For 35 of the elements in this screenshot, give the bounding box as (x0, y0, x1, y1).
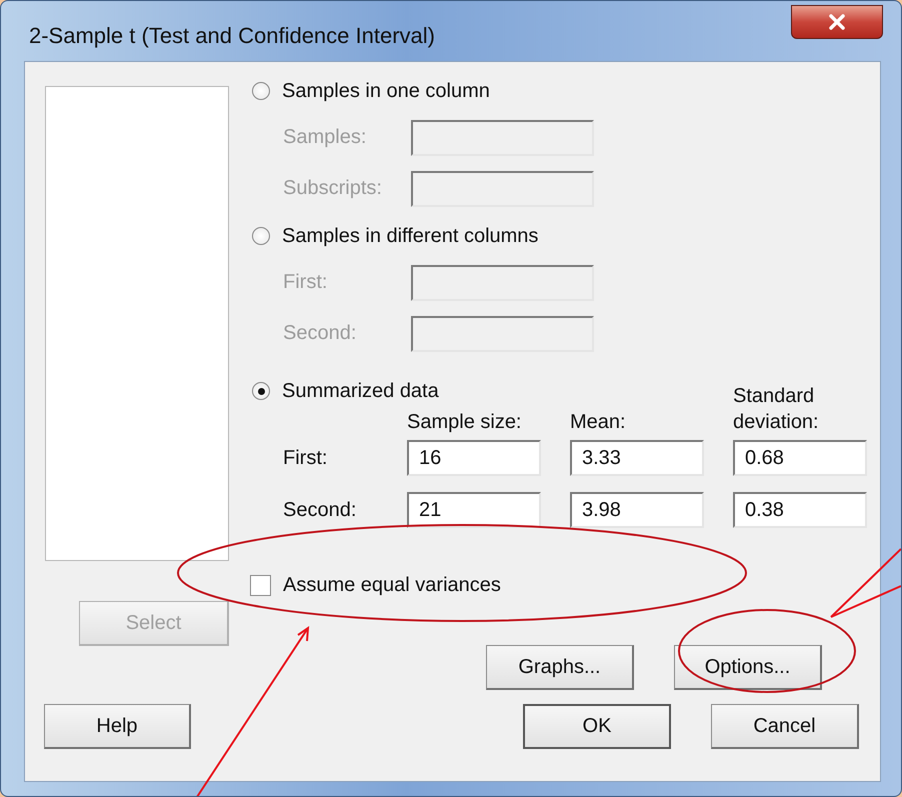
radio-label: Samples in one column (282, 80, 490, 102)
close-button[interactable] (791, 5, 883, 39)
column-header: Sample size: (407, 410, 522, 435)
field-label: First: (283, 271, 328, 294)
input-field[interactable] (411, 170, 594, 206)
field-label: Subscripts: (283, 177, 383, 200)
radio-button[interactable] (252, 82, 270, 100)
input-field[interactable]: 3.98 (570, 492, 704, 528)
input-field[interactable]: 16 (407, 440, 541, 476)
option-button[interactable]: Options... (674, 645, 822, 690)
row-label: Second: (283, 498, 358, 522)
help-button[interactable]: Help (44, 704, 191, 749)
window-title: 2-Sample t (Test and Confidence Interval) (29, 23, 435, 49)
input-field[interactable]: 0.38 (733, 492, 867, 528)
dialog-button[interactable]: Cancel (711, 704, 859, 749)
input-field[interactable] (411, 120, 594, 156)
radio-button[interactable] (252, 382, 270, 400)
checkbox[interactable] (250, 575, 271, 596)
input-field[interactable]: 0.68 (733, 440, 867, 476)
option-button[interactable]: Graphs... (486, 645, 634, 690)
column-header: Mean: (570, 410, 627, 435)
close-icon (828, 14, 846, 30)
radio-button[interactable] (252, 227, 270, 245)
radio-label: Summarized data (282, 380, 439, 402)
column-header: Standard deviation: (733, 384, 820, 435)
input-field[interactable]: 21 (407, 492, 541, 528)
input-field[interactable] (411, 316, 594, 352)
checkbox-label: Assume equal variances (283, 574, 501, 597)
dialog-button[interactable]: OK (523, 704, 671, 749)
input-field[interactable]: 3.33 (570, 440, 704, 476)
radio-label: Samples in different columns (282, 224, 538, 248)
input-field[interactable] (411, 264, 594, 300)
row-label: First: (283, 446, 328, 470)
field-label: Second: (283, 322, 358, 345)
field-label: Samples: (283, 126, 368, 149)
